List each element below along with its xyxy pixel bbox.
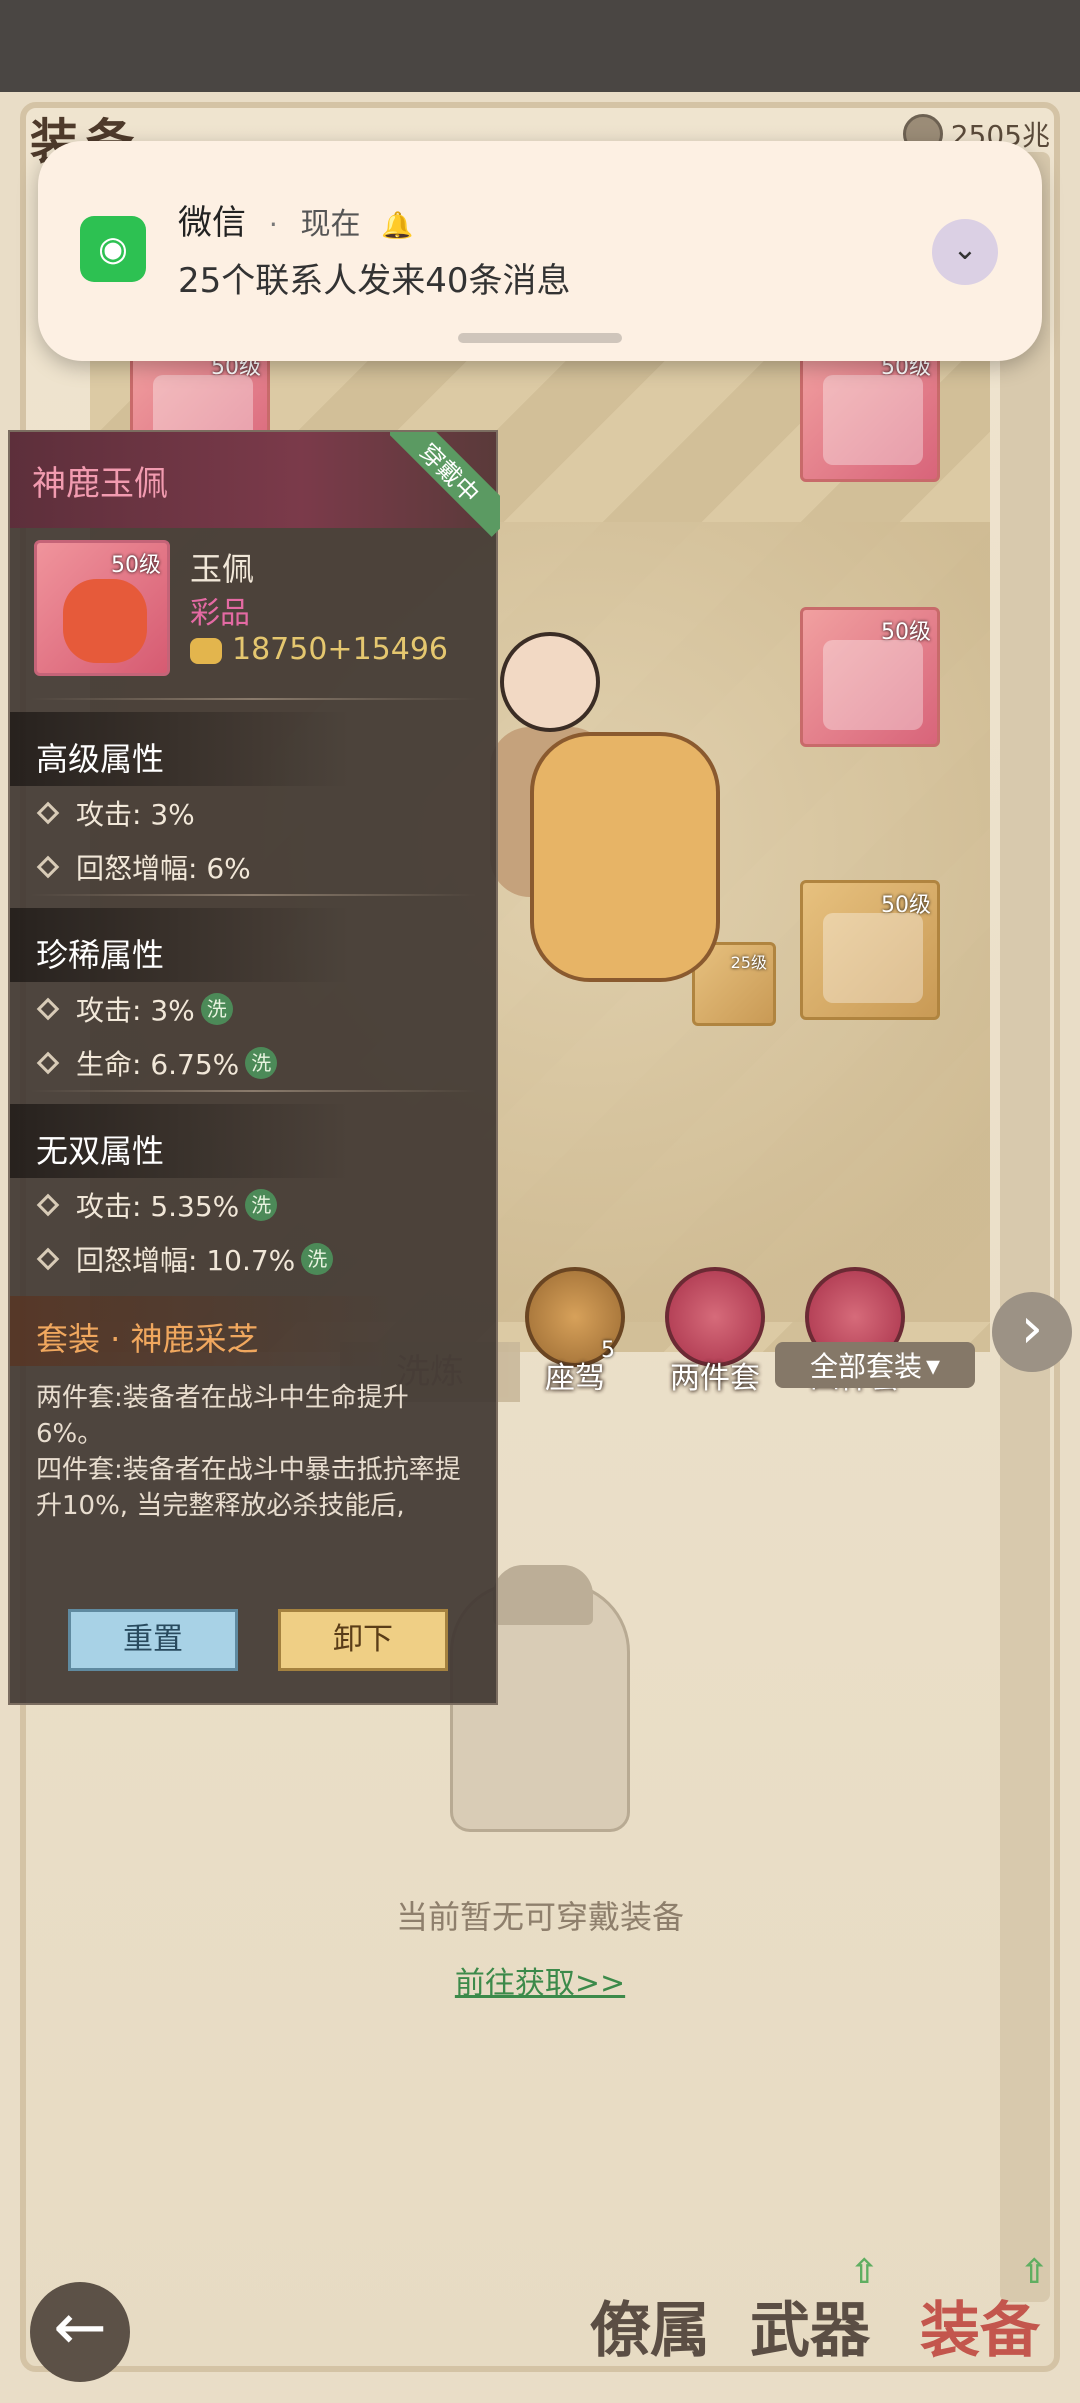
diamond-icon	[36, 1193, 60, 1217]
drag-handle[interactable]	[458, 333, 622, 343]
unequip-button[interactable]: 卸下	[278, 1609, 448, 1671]
nav-equipment[interactable]: 装备 ⇧	[920, 2252, 1049, 2369]
attr-text: 攻击: 3%	[76, 994, 195, 1027]
book-spine	[1000, 152, 1050, 2302]
item-name: 玉佩	[190, 550, 255, 588]
fist-icon	[190, 637, 222, 664]
suit-filter-dropdown[interactable]: 全部套装 ▾	[775, 1342, 975, 1388]
diamond-icon	[36, 801, 60, 825]
upgrade-arrow-icon: ⇧	[850, 2252, 879, 2292]
attr-text: 回怒增幅: 6%	[76, 852, 251, 885]
wash-badge[interactable]: 洗	[200, 993, 233, 1025]
notification-header: 微信 · 现在 🔔	[178, 195, 414, 244]
attr-text: 攻击: 3%	[76, 798, 195, 831]
wearing-ribbon: 穿戴中	[390, 432, 500, 542]
crane-icon	[823, 913, 923, 1003]
chevron-down-icon[interactable]: ⌄	[932, 219, 998, 285]
wash-badge[interactable]: 洗	[245, 1189, 278, 1221]
diamond-icon	[36, 997, 60, 1021]
hero-head	[500, 632, 600, 732]
wearing-label: 穿戴中	[390, 432, 500, 537]
tooltip-header: 神鹿玉佩 穿戴中	[10, 432, 500, 537]
item-quality: 彩品	[190, 596, 250, 631]
nav-equipment-label: 装备	[920, 2296, 1040, 2366]
attr-row: 回怒增幅: 10.7% 洗	[10, 1232, 496, 1286]
next-arrow-button[interactable]: ›	[992, 1292, 1072, 1372]
attr-row: 生命: 6.75% 洗	[10, 1036, 496, 1090]
divider	[30, 1090, 476, 1092]
go-obtain-link[interactable]: 前往获取>>	[360, 1958, 720, 2002]
attr-row: 攻击: 5.35% 洗	[10, 1178, 496, 1232]
mount-label: 座驾	[545, 1361, 605, 1396]
notification-time: 现在	[300, 207, 361, 242]
wash-badge[interactable]: 洗	[245, 1047, 278, 1079]
jade-pendant-icon	[63, 579, 147, 663]
mount-button[interactable]: 5 座驾	[520, 1267, 630, 1397]
hero-on-tiger	[470, 632, 730, 1012]
rare-attrs-title: 珍稀属性	[10, 908, 496, 982]
notification-banner[interactable]: ◉ 微信 · 现在 🔔 25个联系人发来40条消息 ⌄	[38, 141, 1042, 361]
diamond-icon	[36, 1247, 60, 1271]
reset-button[interactable]: 重置	[68, 1609, 238, 1671]
notification-app-name: 微信	[178, 203, 246, 243]
divider	[30, 698, 476, 700]
equipment-icon	[823, 640, 923, 730]
tooltip-actions: 重置 卸下	[68, 1609, 448, 1671]
equip-slot-top-right[interactable]: 50级	[800, 342, 940, 482]
deer-icon	[665, 1267, 765, 1367]
wash-badge[interactable]: 洗	[301, 1243, 334, 1275]
bell-icon: 🔔	[381, 211, 414, 241]
attr-row: 回怒增幅: 6%	[10, 840, 496, 894]
upgrade-arrow-icon: ⇧	[1020, 2252, 1049, 2292]
divider	[30, 894, 476, 896]
suit-four-piece: 四件套:装备者在战斗中暴击抵抗率提升10%, 当完整释放必杀技能后,	[36, 1455, 461, 1521]
wechat-icon: ◉	[80, 216, 146, 282]
two-set-label: 两件套	[670, 1361, 760, 1396]
nav-subordinates[interactable]: 僚属	[590, 2282, 710, 2369]
power-value: 18750+15496	[232, 632, 449, 667]
item-slot: 50级	[34, 540, 170, 676]
attr-row: 攻击: 3%	[10, 786, 496, 840]
peerless-attrs-title: 无双属性	[10, 1104, 496, 1178]
tiger-mount	[530, 732, 720, 982]
item-power: 18750+15496	[190, 632, 448, 667]
suit-filter-label: 全部套装	[809, 1350, 922, 1383]
scholar-hat	[493, 1565, 593, 1625]
bottom-nav: ← 僚属 武器 ⇧ 装备 ⇧	[0, 2252, 1080, 2402]
suit-two-piece: 两件套:装备者在战斗中生命提升6%。	[36, 1383, 409, 1449]
status-bar	[0, 0, 1080, 92]
item-summary: 50级 玉佩 彩品 18750+15496	[10, 528, 496, 698]
nav-weapons-label: 武器	[750, 2296, 870, 2366]
equip-slot-crane[interactable]: 50级	[800, 880, 940, 1020]
diamond-icon	[36, 855, 60, 879]
tooltip-title: 神鹿玉佩	[32, 464, 168, 504]
empty-message: 当前暂无可穿戴装备	[395, 1898, 684, 1936]
attr-row: 攻击: 3% 洗	[10, 982, 496, 1036]
equipment-icon	[823, 375, 923, 465]
attr-text: 生命: 6.75%	[76, 1048, 240, 1081]
notification-message: 25个联系人发来40条消息	[178, 261, 571, 301]
suit-description[interactable]: 两件套:装备者在战斗中生命提升6%。 四件套:装备者在战斗中暴击抵抗率提升10%…	[10, 1366, 496, 1526]
back-arrow-button[interactable]: ←	[30, 2282, 130, 2382]
dropdown-arrow-icon: ▾	[925, 1348, 941, 1382]
diamond-icon	[36, 1051, 60, 1075]
equip-slot-right-middle[interactable]: 50级	[800, 607, 940, 747]
item-level: 50级	[111, 553, 161, 578]
nav-weapons[interactable]: 武器 ⇧	[750, 2252, 879, 2369]
two-set-button[interactable]: 两件套	[660, 1267, 770, 1397]
slot-level: 25级	[730, 953, 767, 972]
attr-text: 攻击: 5.35%	[76, 1190, 240, 1223]
suit-title: 套装 · 神鹿采芝	[10, 1296, 496, 1366]
paw-icon: 5	[525, 1267, 625, 1367]
advanced-attrs-title: 高级属性	[10, 712, 496, 786]
equipment-tooltip: 神鹿玉佩 穿戴中 50级 玉佩 彩品 18750+15496 高级属性 攻击: …	[8, 430, 500, 1705]
attr-text: 回怒增幅: 10.7%	[76, 1244, 296, 1277]
notification-separator: ·	[268, 208, 278, 241]
